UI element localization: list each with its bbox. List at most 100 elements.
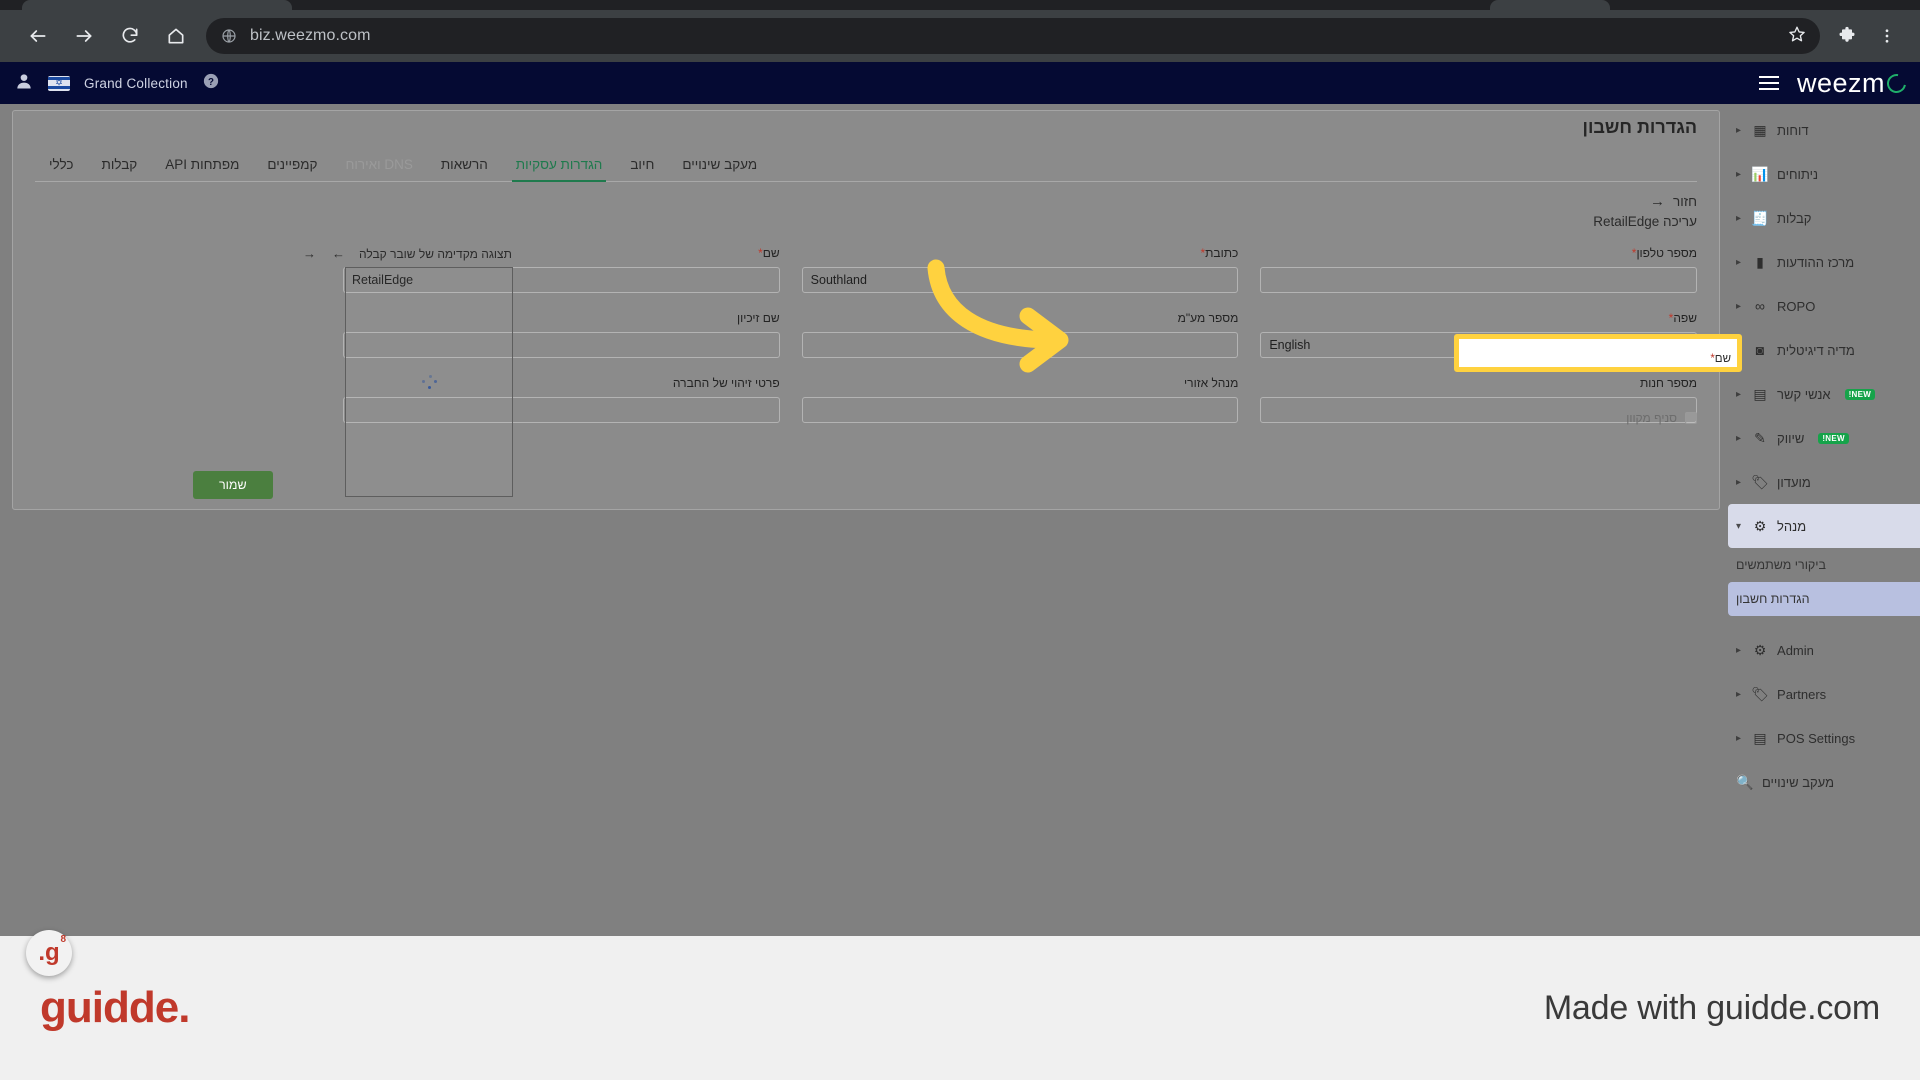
- field-regional-manager: מנהל אזורי: [801, 376, 1239, 423]
- phone-input[interactable]: [1260, 267, 1697, 293]
- field-label: כתובת*: [1200, 246, 1239, 260]
- guidde-badge[interactable]: g. 8: [26, 930, 72, 976]
- sidebar-item-label: ניתוחים: [1777, 166, 1819, 182]
- tab-dns-hosting: DNS ואירוח: [345, 157, 413, 172]
- puzzle-icon[interactable]: [1830, 19, 1864, 53]
- chevron-down-icon: ▾: [1736, 520, 1742, 532]
- sidebar-subitem-label: הגדרות חשבון: [1736, 592, 1810, 606]
- online-branch-checkbox[interactable]: [1685, 412, 1697, 424]
- weezmo-logo-text: weezm: [1796, 67, 1885, 98]
- pos-icon: ▤: [1753, 729, 1767, 746]
- chevron-right-icon: ▸: [1736, 388, 1742, 400]
- main-sidebar: דוחות ▦ ▸ ניתוחים 📊 ▸ קבלות 🧾 ▸ מרכז ההו…: [1728, 104, 1920, 936]
- save-button[interactable]: שמור: [193, 471, 273, 499]
- chevron-right-icon: ▸: [1736, 212, 1742, 224]
- sidebar-item-label: Admin: [1777, 642, 1814, 658]
- form-row: מספר חנות מנהל אזורי פרטי זיהוי של החברה: [342, 376, 1697, 423]
- tab-business-settings[interactable]: הגדרות עסקיות: [502, 153, 617, 182]
- online-branch-checkbox-row[interactable]: סניף מקוון: [1626, 411, 1697, 425]
- field-label: מספר חנות: [1639, 376, 1697, 390]
- form-row: מספר טלפון* כתובת* Southland שם* RetailE…: [342, 246, 1697, 293]
- account-circle-icon[interactable]: [14, 71, 34, 96]
- sidebar-subitem-label: ביקורי משתמשים: [1736, 558, 1827, 572]
- browser-tabstrip: [0, 0, 1920, 10]
- tab-permissions[interactable]: הרשאות: [427, 153, 502, 181]
- chevron-right-icon: ▸: [1736, 432, 1742, 444]
- app-header: ✡ Grand Collection ? weezm: [0, 62, 1920, 104]
- sidebar-item-label: מרכז ההודעות: [1777, 254, 1855, 270]
- page-title: הגדרות חשבון: [1582, 117, 1697, 137]
- preview-next-icon[interactable]: ←: [332, 246, 345, 261]
- sidebar-item-analytics[interactable]: ניתוחים 📊 ▸: [1728, 152, 1920, 196]
- vat-number-input[interactable]: [801, 332, 1239, 358]
- field-label: מספר טלפון*: [1631, 246, 1697, 260]
- sidebar-item-change-tracking[interactable]: מעקב שינויים 🔍: [1728, 760, 1920, 804]
- account-name: Grand Collection: [84, 75, 188, 91]
- reload-icon[interactable]: [110, 16, 150, 56]
- back-arrow-icon[interactable]: [18, 16, 58, 56]
- preview-prev-icon[interactable]: →: [303, 246, 316, 261]
- sidebar-item-reports[interactable]: דוחות ▦ ▸: [1728, 108, 1920, 152]
- sidebar-item-ropo[interactable]: ROPO ∞ ▸: [1728, 284, 1920, 328]
- sidebar-item-label: שיווק: [1777, 430, 1805, 446]
- new-badge: NEW!: [1818, 432, 1849, 444]
- question-mark-icon[interactable]: ?: [202, 72, 220, 95]
- sidebar-item-label: Partners: [1777, 686, 1827, 702]
- infinity-icon: ∞: [1755, 298, 1766, 314]
- chevron-right-icon: ▸: [1736, 732, 1742, 744]
- hamburger-icon[interactable]: [1758, 76, 1779, 90]
- sidebar-item-admin-group[interactable]: מנהל ⚙ ▾: [1728, 504, 1920, 548]
- address-input[interactable]: Southland: [801, 267, 1239, 293]
- edit-subtitle: עריכה RetailEdge: [1593, 214, 1697, 229]
- loading-spinner-icon: [422, 375, 437, 389]
- browser-tab[interactable]: [22, 0, 292, 10]
- tab-api-keys[interactable]: מפתחות API: [151, 153, 253, 181]
- guidde-badge-mark: g.: [38, 939, 60, 966]
- sidebar-item-contacts[interactable]: NEW! אנשי קשר ▤ ▸: [1728, 372, 1920, 416]
- tab-billing[interactable]: חיוב: [616, 153, 668, 181]
- tab-receipts[interactable]: קבלות: [88, 153, 152, 181]
- chevron-right-icon: ▸: [1736, 124, 1742, 136]
- sidebar-item-pos-settings[interactable]: POS Settings ▤ ▸: [1728, 716, 1920, 760]
- field-label: שפה*: [1668, 311, 1697, 325]
- sidebar-item-club[interactable]: מועדון 🏷 ▸: [1728, 460, 1920, 504]
- partners-icon: 🏷: [1751, 685, 1769, 702]
- israel-flag-icon[interactable]: ✡: [48, 75, 70, 91]
- name-field-highlight[interactable]: שם*: [1454, 334, 1742, 372]
- regional-manager-input[interactable]: [801, 397, 1239, 423]
- guidde-badge-count: 8: [60, 934, 66, 945]
- arrow-right-icon: →: [1650, 193, 1666, 210]
- home-icon[interactable]: [156, 16, 196, 56]
- sidebar-item-label: POS Settings: [1777, 730, 1856, 746]
- tab-campaigns[interactable]: קמפיינים: [253, 153, 331, 181]
- search-icon: 🔍: [1736, 773, 1754, 790]
- address-bar[interactable]: biz.weezmo.com: [206, 18, 1820, 54]
- chevron-right-icon: ▸: [1736, 476, 1742, 488]
- chevron-right-icon: ▸: [1736, 300, 1742, 312]
- browser-tab[interactable]: [1490, 0, 1610, 10]
- back-link[interactable]: → חזור: [1650, 193, 1697, 210]
- sidebar-item-account-settings[interactable]: הגדרות חשבון: [1728, 582, 1920, 616]
- account-settings-card: הגדרות חשבון כללי קבלות מפתחות API קמפיי…: [12, 110, 1720, 510]
- reports-icon: ▦: [1753, 121, 1767, 138]
- sidebar-item-receipts[interactable]: קבלות 🧾 ▸: [1728, 196, 1920, 240]
- forward-arrow-icon[interactable]: [64, 16, 104, 56]
- sidebar-item-digital-media[interactable]: מדיה דיגיטלית ◙ ▸: [1728, 328, 1920, 372]
- receipts-icon: 🧾: [1751, 209, 1769, 226]
- tab-change-tracking[interactable]: מעקב שינויים: [668, 153, 771, 181]
- online-branch-label: סניף מקוון: [1626, 411, 1677, 425]
- contacts-icon: ▤: [1753, 385, 1767, 402]
- star-icon[interactable]: [1788, 25, 1806, 48]
- address-bar-url: biz.weezmo.com: [250, 27, 371, 44]
- sidebar-item-marketing[interactable]: NEW! שיווק ✎ ▸: [1728, 416, 1920, 460]
- tab-general[interactable]: כללי: [35, 153, 88, 181]
- sidebar-item-messages[interactable]: מרכז ההודעות ▮ ▸: [1728, 240, 1920, 284]
- settings-tabs: כללי קבלות מפתחות API קמפיינים DNS ואירו…: [35, 153, 1697, 182]
- sidebar-item-admin[interactable]: Admin ⚙ ▸: [1728, 628, 1920, 672]
- analytics-icon: 📊: [1751, 165, 1769, 182]
- made-with-guidde-text: Made with guidde.com: [1543, 988, 1880, 1027]
- sidebar-item-user-visits[interactable]: ביקורי משתמשים: [1728, 548, 1920, 582]
- three-dot-menu-icon[interactable]: [1870, 19, 1904, 53]
- sidebar-item-label: אנשי קשר: [1777, 386, 1831, 402]
- sidebar-item-partners[interactable]: Partners 🏷 ▸: [1728, 672, 1920, 716]
